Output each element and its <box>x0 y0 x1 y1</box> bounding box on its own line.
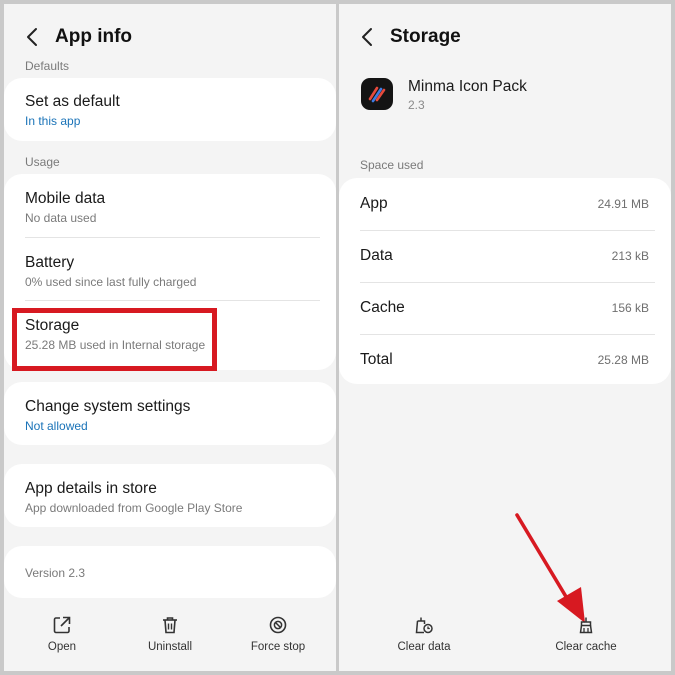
storage-screen: Storage Minma Icon Pack 2.3 Space used A… <box>339 4 671 671</box>
force-stop-label: Force stop <box>250 641 306 653</box>
section-label-defaults: Defaults <box>25 59 70 73</box>
chevron-left-icon <box>362 28 372 46</box>
stop-circle-icon <box>269 616 287 634</box>
storage-row-app: App 24.91 MB <box>339 178 671 230</box>
system-settings-card: Change system settings Not allowed <box>4 382 336 445</box>
item-subtitle: 0% used since last fully charged <box>25 275 197 289</box>
chevron-left-icon <box>27 28 37 46</box>
open-label: Open <box>47 641 77 653</box>
app-info-header: App info <box>4 18 336 56</box>
item-title: Storage <box>25 317 80 334</box>
app-details-card: App details in store App downloaded from… <box>4 464 336 527</box>
item-subtitle: 25.28 MB used in Internal storage <box>25 338 206 352</box>
page-title: App info <box>55 26 133 47</box>
battery-item[interactable]: Battery 0% used since last fully charged <box>4 254 336 289</box>
storage-row-value: 24.91 MB <box>597 197 649 211</box>
clear-data-label: Clear data <box>397 641 451 653</box>
storage-row-total: Total 25.28 MB <box>339 334 671 386</box>
broom-icon <box>579 617 593 634</box>
page-title: Storage <box>390 26 461 47</box>
item-subtitle: In this app <box>25 114 81 128</box>
uninstall-label: Uninstall <box>147 641 193 653</box>
minma-logo-icon <box>368 86 386 103</box>
clear-data-button[interactable]: Clear data <box>369 615 479 653</box>
section-label-space-used: Space used <box>360 158 424 172</box>
defaults-card: Set as default In this app <box>4 78 336 141</box>
app-details-item[interactable]: App details in store App downloaded from… <box>4 480 336 515</box>
open-button[interactable]: Open <box>7 615 117 653</box>
storage-item[interactable]: Storage 25.28 MB used in Internal storag… <box>4 317 336 352</box>
clear-data-icon <box>415 617 433 634</box>
storage-row-value: 25.28 MB <box>597 353 649 367</box>
section-label-usage: Usage <box>25 155 60 169</box>
trash-icon <box>163 617 177 634</box>
back-button[interactable] <box>347 18 387 56</box>
bottom-action-bar: Open Uninstall Force stop <box>4 601 336 671</box>
item-title: App details in store <box>25 480 157 497</box>
storage-row-label: App <box>360 195 388 212</box>
divider <box>25 300 320 301</box>
usage-card: Mobile data No data used Battery 0% used… <box>4 174 336 370</box>
storage-row-label: Cache <box>360 299 405 316</box>
item-subtitle: App downloaded from Google Play Store <box>25 501 243 515</box>
mobile-data-item[interactable]: Mobile data No data used <box>4 190 336 225</box>
storage-row-cache: Cache 156 kB <box>339 282 671 334</box>
open-external-icon <box>53 616 71 634</box>
item-subtitle: No data used <box>25 211 97 225</box>
uninstall-button[interactable]: Uninstall <box>115 615 225 653</box>
clear-cache-button[interactable]: Clear cache <box>531 615 641 653</box>
bottom-action-bar: Clear data Clear cache <box>339 601 671 671</box>
clear-cache-label: Clear cache <box>555 641 617 653</box>
app-name: Minma Icon Pack <box>408 78 527 95</box>
space-used-card: App 24.91 MB Data 213 kB Cache 156 kB To… <box>339 178 671 384</box>
set-as-default-item[interactable]: Set as default In this app <box>4 93 336 128</box>
storage-row-value: 213 kB <box>611 249 649 263</box>
item-title: Set as default <box>25 93 120 110</box>
storage-row-value: 156 kB <box>611 301 649 315</box>
storage-row-data: Data 213 kB <box>339 230 671 282</box>
item-subtitle: Not allowed <box>25 419 88 433</box>
version-text: Version 2.3 <box>25 566 86 580</box>
version-card: Version 2.3 <box>4 546 336 598</box>
change-system-settings-item[interactable]: Change system settings Not allowed <box>4 398 336 433</box>
back-button[interactable] <box>12 18 52 56</box>
storage-row-label: Total <box>360 351 393 368</box>
storage-header: Storage <box>339 18 671 56</box>
app-info-screen: App info Defaults Set as default In this… <box>4 4 336 671</box>
storage-row-label: Data <box>360 247 393 264</box>
item-title: Battery <box>25 254 75 271</box>
force-stop-button[interactable]: Force stop <box>223 615 333 653</box>
app-icon <box>361 78 393 110</box>
app-version: 2.3 <box>408 98 425 112</box>
divider <box>25 237 320 238</box>
item-title: Change system settings <box>25 398 191 415</box>
item-title: Mobile data <box>25 190 106 207</box>
